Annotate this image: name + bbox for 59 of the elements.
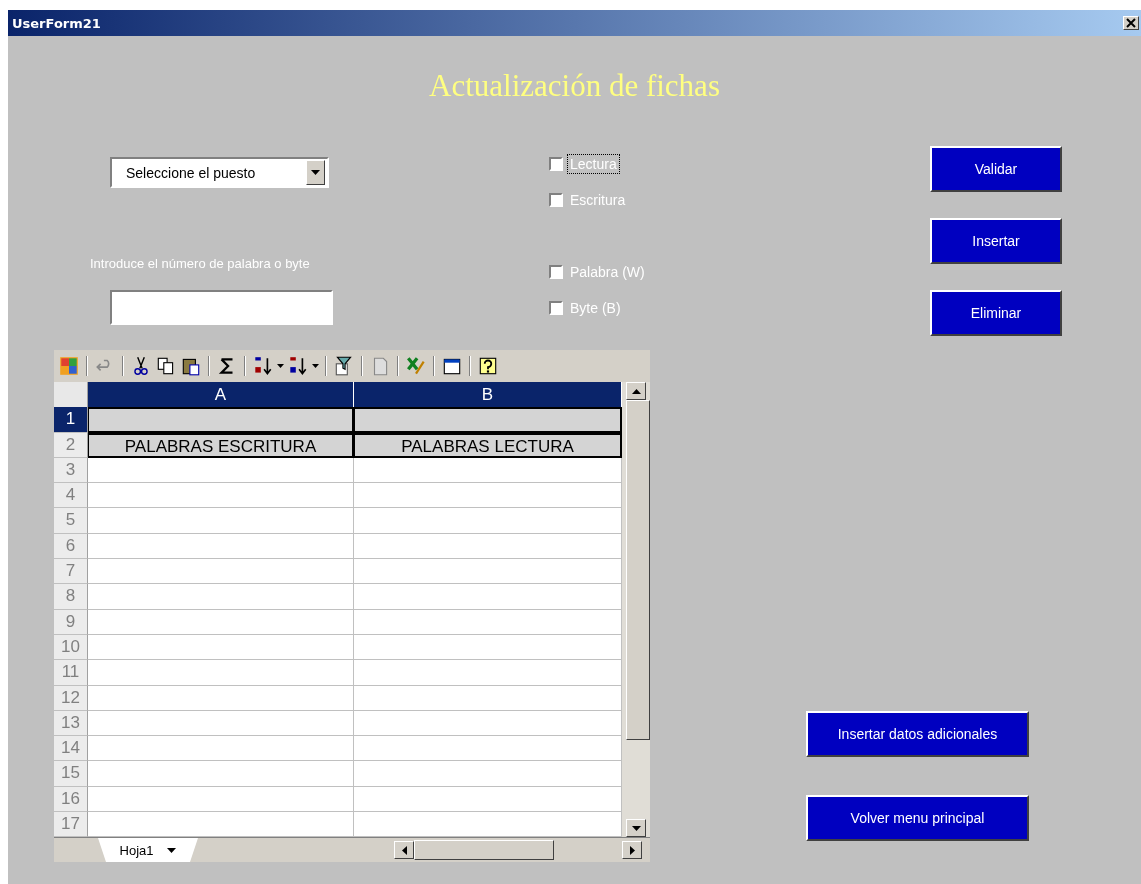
row-header[interactable]: 14 bbox=[54, 736, 88, 762]
row-header[interactable]: 17 bbox=[54, 812, 88, 837]
close-button[interactable] bbox=[1123, 16, 1139, 30]
number-input-field[interactable] bbox=[110, 290, 333, 325]
scrollbar-thumb[interactable] bbox=[626, 400, 650, 740]
row-header[interactable]: 12 bbox=[54, 685, 88, 711]
dropdown-arrow-icon[interactable] bbox=[312, 364, 319, 368]
window-title: UserForm21 bbox=[12, 15, 101, 31]
checkbox-label: Lectura bbox=[567, 154, 620, 174]
corner-cell[interactable] bbox=[54, 382, 88, 408]
form-button[interactable]: Volver menu principal bbox=[806, 795, 1029, 841]
checkbox[interactable] bbox=[549, 301, 563, 315]
scroll-left-button[interactable] bbox=[394, 841, 414, 859]
row-header[interactable]: 5 bbox=[54, 508, 88, 534]
field-label: Introduce el número de palabra o byte bbox=[90, 256, 310, 271]
left-arrow-icon bbox=[401, 845, 407, 855]
dropdown-arrow-icon[interactable] bbox=[277, 364, 284, 368]
checkbox[interactable] bbox=[549, 193, 563, 207]
column-header[interactable]: A bbox=[88, 382, 354, 408]
position-dropdown[interactable]: Seleccione el puesto bbox=[110, 157, 329, 188]
sort-ascending-icon[interactable] bbox=[252, 355, 274, 377]
table-cell: PALABRAS LECTURA bbox=[354, 432, 622, 458]
form-button[interactable]: Insertar datos adicionales bbox=[806, 711, 1029, 757]
row-header[interactable]: 9 bbox=[54, 609, 88, 635]
dropdown-arrow-icon bbox=[311, 170, 320, 175]
row-header[interactable]: 2 bbox=[54, 432, 88, 458]
row-header[interactable]: 3 bbox=[54, 457, 88, 484]
checkbox[interactable] bbox=[549, 157, 563, 171]
form-heading: Actualización de fichas bbox=[428, 68, 721, 104]
sort-descending-icon[interactable] bbox=[287, 355, 309, 377]
row-header[interactable]: 1 bbox=[54, 407, 88, 433]
scrollbar-thumb[interactable] bbox=[414, 840, 554, 860]
scroll-up-button[interactable] bbox=[626, 382, 646, 400]
checkbox-label: Byte (B) bbox=[569, 299, 622, 318]
row-header[interactable]: 16 bbox=[54, 786, 88, 813]
help-icon[interactable] bbox=[477, 355, 499, 377]
form-button[interactable]: Insertar bbox=[930, 218, 1062, 264]
row-header[interactable]: 7 bbox=[54, 559, 88, 585]
down-arrow-icon bbox=[631, 825, 641, 831]
table-cell: PALABRAS ESCRITURA bbox=[88, 432, 354, 458]
form-button[interactable]: Validar bbox=[930, 146, 1062, 192]
sheet-tab[interactable]: Hoja1 bbox=[98, 838, 198, 862]
row-header[interactable]: 6 bbox=[54, 533, 88, 560]
row-header[interactable]: 10 bbox=[54, 634, 88, 661]
checkbox[interactable] bbox=[549, 265, 563, 279]
checkbox-label: Palabra (W) bbox=[569, 263, 646, 282]
right-arrow-icon bbox=[629, 845, 635, 855]
dropdown-arrow-icon[interactable] bbox=[167, 847, 177, 853]
up-arrow-icon bbox=[631, 388, 641, 394]
checkbox-label: Escritura bbox=[569, 191, 627, 210]
row-header[interactable]: 11 bbox=[54, 660, 88, 686]
form-button[interactable]: Eliminar bbox=[930, 290, 1062, 336]
row-header[interactable]: 15 bbox=[54, 761, 88, 787]
row-header[interactable]: 4 bbox=[54, 483, 88, 509]
row-header[interactable]: 8 bbox=[54, 584, 88, 610]
row-header[interactable]: 13 bbox=[54, 710, 88, 737]
scroll-down-button[interactable] bbox=[626, 819, 646, 837]
column-header[interactable]: B bbox=[354, 382, 622, 408]
scroll-right-button[interactable] bbox=[622, 841, 642, 859]
